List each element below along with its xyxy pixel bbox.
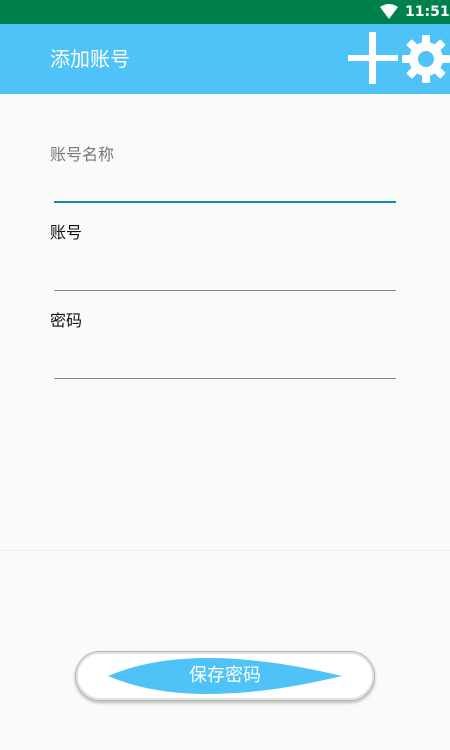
app-bar: 添加账号 [0, 24, 450, 94]
account-input[interactable] [54, 258, 396, 288]
password-underline [54, 378, 396, 379]
password-label: 密码 [50, 311, 83, 330]
account-name-input[interactable] [54, 170, 396, 200]
status-bar: 11:51 [0, 0, 450, 24]
account-name-label: 账号名称 [50, 145, 115, 164]
save-password-label: 保存密码 [189, 665, 261, 686]
page-title: 添加账号 [50, 47, 130, 71]
plus-icon [348, 32, 398, 84]
status-time: 11:51 [405, 4, 450, 20]
settings-button[interactable] [402, 33, 450, 85]
save-password-button[interactable]: 保存密码 [75, 651, 375, 701]
password-input[interactable] [54, 346, 396, 376]
gear-icon [402, 35, 450, 83]
account-form: 账号名称 账号 密码 [0, 94, 450, 551]
account-name-underline [54, 201, 396, 203]
account-label: 账号 [50, 223, 83, 242]
add-account-button[interactable] [348, 32, 398, 84]
account-underline [54, 290, 396, 291]
wifi-icon [380, 4, 398, 19]
